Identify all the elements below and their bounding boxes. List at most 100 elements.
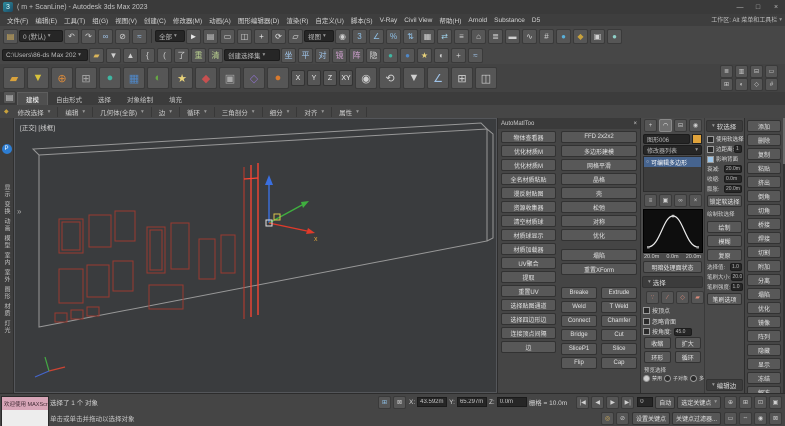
- edit-edges-rollout-header[interactable]: ▾编辑边: [706, 379, 743, 391]
- tool-button[interactable]: Weld: [561, 301, 597, 313]
- light-icon[interactable]: ★: [417, 48, 432, 63]
- brush-size-field[interactable]: 20.0m: [731, 273, 743, 281]
- revert-button[interactable]: 复原: [707, 249, 742, 261]
- safe-frame-icon[interactable]: ▭: [765, 65, 778, 78]
- auto-key-button[interactable]: 自动: [655, 396, 675, 409]
- menu-item[interactable]: 组(G): [89, 15, 111, 25]
- angle-value-field[interactable]: 45.0: [674, 328, 692, 336]
- left-dock-tab[interactable]: 室内: [2, 252, 11, 266]
- scene-menu-icon[interactable]: ▤: [3, 29, 18, 44]
- left-dock-tab[interactable]: 动画: [2, 218, 11, 232]
- hide-tool-icon[interactable]: 隐: [366, 48, 381, 63]
- tool-button[interactable]: 隐藏: [747, 344, 781, 356]
- tool-button[interactable]: 挤出: [747, 176, 781, 188]
- ribbon-panel-label[interactable]: 细分▾: [263, 107, 298, 117]
- menu-item[interactable]: 动画(A): [206, 15, 234, 25]
- bake-texture-icon[interactable]: ▣: [219, 67, 241, 89]
- menu-item[interactable]: 脚本(S): [348, 15, 376, 25]
- select-by-name-icon[interactable]: ▤: [203, 29, 218, 44]
- edged-faces-icon[interactable]: ◇: [750, 78, 763, 91]
- window-crossing-icon[interactable]: ◫: [237, 29, 252, 44]
- uvw-map-icon[interactable]: ▦: [123, 67, 145, 89]
- affect-backfacing-checkbox[interactable]: 影响背面: [707, 155, 742, 163]
- shade-mode-icon[interactable]: ◐: [735, 78, 748, 91]
- tool-button[interactable]: 复制: [747, 148, 781, 160]
- left-dock-tab[interactable]: 显示: [2, 184, 11, 198]
- space-warp-icon[interactable]: ≈: [468, 48, 483, 63]
- geosphere-icon[interactable]: ●: [400, 48, 415, 63]
- snaps-toggle-icon[interactable]: 3: [352, 29, 367, 44]
- selection-filter-dropdown[interactable]: 全部▾: [155, 30, 185, 42]
- tool-button[interactable]: 删除: [747, 134, 781, 146]
- tool-button[interactable]: SliceP1: [561, 343, 597, 355]
- schematic-view-icon[interactable]: #: [539, 29, 554, 44]
- tool-button[interactable]: 桥接: [747, 218, 781, 230]
- transform-typein-icon[interactable]: ⊞: [378, 396, 391, 409]
- tool-button[interactable]: 物体查看器: [501, 131, 556, 143]
- tool-button[interactable]: 多边形建模: [561, 145, 637, 157]
- tool-button[interactable]: T Weld: [601, 301, 637, 313]
- ring-button[interactable]: 环形: [644, 351, 671, 363]
- menu-item[interactable]: 图形编辑器(D): [235, 15, 283, 25]
- ribbon-panel-label[interactable]: 编辑▾: [58, 107, 93, 117]
- measure-icon[interactable]: ∠: [427, 67, 449, 89]
- by-vertex-checkbox[interactable]: 按顶点: [643, 306, 702, 315]
- listener-input-line[interactable]: [2, 410, 48, 426]
- xref-icon[interactable]: ⊞: [75, 67, 97, 89]
- tool-button[interactable]: FFD 2x2x2: [561, 131, 637, 143]
- script-open-brace-icon[interactable]: {: [140, 48, 155, 63]
- select-and-link-icon[interactable]: ∞: [98, 29, 113, 44]
- angle-snap-icon[interactable]: ∠: [369, 29, 384, 44]
- zoom-extents-icon[interactable]: ⊡: [754, 396, 767, 409]
- tool-button[interactable]: 分离: [747, 274, 781, 286]
- modifier-stack-item[interactable]: ○可编辑多边形: [644, 157, 701, 167]
- array-tool-icon[interactable]: 阵: [349, 48, 364, 63]
- ribbon-panel-label[interactable]: 循环▾: [180, 107, 215, 117]
- menu-item[interactable]: Substance: [491, 17, 528, 24]
- motion-tab-icon[interactable]: ◉: [689, 119, 702, 132]
- object-name-field[interactable]: 图形006: [643, 134, 690, 144]
- ribbon-panel-label[interactable]: 边▾: [152, 107, 180, 117]
- axis-constraint-button[interactable]: X: [291, 70, 305, 86]
- ribbon-menu-icon[interactable]: ▤: [3, 91, 16, 104]
- layer-dropdown[interactable]: 0 (默认)▾: [19, 30, 63, 42]
- create-tab-icon[interactable]: +: [644, 119, 657, 132]
- ribbon-panel-label[interactable]: 三角剖分▾: [215, 107, 263, 117]
- shaded-face-toggle-button[interactable]: 明暗处理面状态: [643, 261, 702, 273]
- tool-button[interactable]: Slice: [601, 343, 637, 355]
- mirror-icon[interactable]: ⇄: [437, 29, 452, 44]
- menu-item[interactable]: 自定义(U): [312, 15, 347, 25]
- menu-item[interactable]: 创建(C): [141, 15, 169, 25]
- y-coordinate-field[interactable]: [457, 397, 487, 407]
- polygon-icon[interactable]: ▰: [691, 291, 704, 304]
- blur-button[interactable]: 模糊: [707, 235, 742, 247]
- tool-button[interactable]: 清空材质球: [501, 215, 556, 227]
- menu-item[interactable]: 文件(F): [4, 15, 31, 25]
- zoom-all-icon[interactable]: ⊞: [739, 396, 752, 409]
- maximize-viewport-icon[interactable]: ⊠: [769, 412, 782, 425]
- close-button[interactable]: ×: [767, 1, 785, 14]
- tools-close-icon[interactable]: ×: [633, 121, 637, 127]
- tool-button[interactable]: 切角: [747, 204, 781, 216]
- tool-button[interactable]: 倒角: [747, 190, 781, 202]
- maximize-button[interactable]: □: [749, 1, 767, 14]
- adaptive-degradation-icon[interactable]: ⊘: [616, 412, 629, 425]
- preview-subobject-radio[interactable]: 子对象: [664, 375, 688, 382]
- smooth-icon[interactable]: ◐: [147, 67, 169, 89]
- ribbon-panel-label[interactable]: 对齐▾: [297, 107, 332, 117]
- next-frame-icon[interactable]: ▶|: [621, 396, 634, 409]
- ribbon-tab[interactable]: 自由形式: [48, 93, 90, 105]
- tool-button[interactable]: 连接顶点间隔: [501, 327, 556, 339]
- lock-soft-selection-button[interactable]: 锁定软选择: [707, 195, 742, 207]
- ribbon-panel-label[interactable]: 几何体(全部)▾: [93, 107, 152, 117]
- tool-button[interactable]: 壳: [561, 187, 637, 199]
- rendered-frame-window-icon[interactable]: ▣: [590, 29, 605, 44]
- render-teapot-icon[interactable]: ◆: [195, 67, 217, 89]
- pin-stack-icon[interactable]: ≡: [644, 194, 657, 207]
- tool-button[interactable]: 重置UV: [501, 285, 556, 297]
- pan-icon[interactable]: ⇔: [739, 412, 752, 425]
- orbit-icon[interactable]: ◉: [754, 412, 767, 425]
- redo-icon[interactable]: ↷: [81, 29, 96, 44]
- vertex-icon[interactable]: ∵: [646, 291, 659, 304]
- selection-rollout-header[interactable]: ▾选择: [642, 276, 703, 288]
